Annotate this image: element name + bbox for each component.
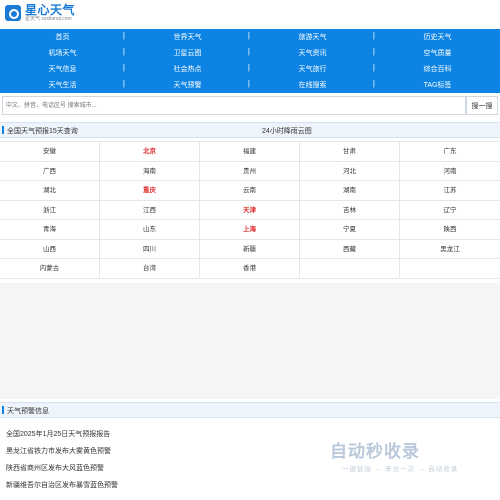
province-row: 广西 海南 贵州 河北 河南 — [0, 161, 500, 181]
nav-item-weather-travel[interactable]: 天气旅行 — [250, 63, 376, 74]
search-input[interactable] — [2, 96, 466, 115]
province-link[interactable]: 陕西 — [400, 220, 500, 239]
province-empty-cell — [400, 259, 500, 278]
nav-item-home[interactable]: 首页 — [0, 31, 126, 42]
province-link[interactable]: 台湾 — [100, 259, 200, 278]
province-link[interactable]: 山西 — [0, 239, 100, 258]
province-link[interactable]: 江西 — [100, 200, 200, 219]
province-link[interactable]: 四川 — [100, 239, 200, 258]
province-row: 湖北 重庆 云南 湖南 江苏 — [0, 181, 500, 201]
warning-list: 全国2025年1月25日天气预报报告 黑龙江省铁力市发布大雾黄色预警 陕西省商州… — [6, 430, 118, 498]
search-bar: 搜一搜 — [0, 96, 500, 116]
logo-subtitle: 星天气 xzxtianqi.com — [25, 16, 72, 22]
search-button[interactable]: 搜一搜 — [466, 96, 498, 115]
nav-row: 天气生活 天气预警 在线搜索 TAG标签 — [0, 77, 500, 93]
province-link[interactable]: 宁夏 — [300, 220, 400, 239]
province-link[interactable]: 湖南 — [300, 181, 400, 200]
province-link[interactable]: 江苏 — [400, 181, 500, 200]
province-link[interactable]: 重庆 — [100, 181, 200, 200]
nav-row: 机场天气 卫星云图 天气资讯 空气质量 — [0, 45, 500, 61]
province-link[interactable]: 新疆 — [200, 239, 300, 258]
warning-link[interactable]: 全国2025年1月25日天气预报报告 — [6, 430, 118, 447]
logo-name: 星心天气 — [25, 3, 76, 17]
nav-item-tags[interactable]: TAG标签 — [375, 80, 500, 90]
main-nav: 首页 世界天气 旅游天气 历史天气 机场天气 卫星云图 天气资讯 空气质量 天气… — [0, 29, 500, 93]
province-link[interactable]: 福建 — [200, 142, 300, 161]
province-row: 青海 山东 上海 宁夏 陕西 — [0, 220, 500, 240]
logo-icon — [5, 5, 21, 21]
site-logo[interactable]: 星心天气 星天气 xzxtianqi.com — [5, 4, 75, 22]
province-link[interactable]: 安徽 — [0, 142, 100, 161]
province-link[interactable]: 贵州 — [200, 161, 300, 180]
rain-cloud-link[interactable]: 24小时降雨云图 — [262, 126, 312, 136]
nav-item-world-weather[interactable]: 世界天气 — [125, 31, 251, 42]
warning-link[interactable]: 黑龙江省铁力市发布大雾黄色预警 — [6, 447, 118, 464]
province-link[interactable]: 河北 — [300, 161, 400, 180]
province-link[interactable]: 辽宁 — [400, 201, 500, 220]
watermark-main: 自动秒收录 — [330, 442, 420, 461]
province-link[interactable]: 广西 — [0, 161, 100, 180]
nav-item-history-weather[interactable]: 历史天气 — [375, 32, 500, 42]
province-link[interactable]: 香港 — [200, 259, 300, 278]
warning-link[interactable]: 陕西省商州区发布大风蓝色预警 — [6, 464, 118, 481]
province-link[interactable]: 广东 — [400, 142, 500, 161]
warning-link[interactable]: 新疆维吾尔自治区发布暴雪蓝色预警 — [6, 481, 118, 498]
watermark-sub: 一键链接 → 来访一次 → 自动收录 — [342, 466, 459, 473]
content-placeholder — [0, 283, 500, 399]
province-link[interactable]: 云南 — [200, 181, 300, 200]
nav-row: 天气信息 社会热点 天气旅行 综合百科 — [0, 61, 500, 77]
province-link[interactable]: 西藏 — [300, 239, 400, 258]
province-link[interactable]: 内蒙古 — [0, 259, 100, 278]
nav-item-encyclopedia[interactable]: 综合百科 — [375, 64, 500, 74]
watermark: 自动秒收录 一键链接 → 来访一次 → 自动收录 — [330, 437, 495, 477]
site-header: 星心天气 星天气 xzxtianqi.com — [0, 0, 500, 29]
warning-title: 天气预警信息 — [2, 406, 49, 415]
nav-row: 首页 世界天气 旅游天气 历史天气 — [0, 29, 500, 45]
nav-item-weather-warning[interactable]: 天气预警 — [125, 79, 251, 90]
province-link[interactable]: 河南 — [400, 162, 500, 181]
nav-item-weather-life[interactable]: 天气生活 — [0, 79, 126, 90]
province-link[interactable]: 甘肃 — [300, 142, 400, 161]
province-link[interactable]: 上海 — [200, 220, 300, 239]
province-grid: 安徽 北京 福建 甘肃 广东 广西 海南 贵州 河北 河南 湖北 重庆 云南 湖… — [0, 141, 500, 281]
nav-item-satellite[interactable]: 卫星云图 — [125, 47, 251, 58]
province-empty-cell — [300, 259, 400, 278]
province-row: 安徽 北京 福建 甘肃 广东 — [0, 142, 500, 162]
nav-item-weather-info[interactable]: 天气信息 — [0, 63, 126, 74]
province-link[interactable]: 吉林 — [300, 200, 400, 219]
warning-section-header: 天气预警信息 — [0, 402, 500, 418]
forecast-section-header: 全国天气预报15天查询 24小时降雨云图 — [0, 122, 500, 138]
province-link[interactable]: 湖北 — [0, 181, 100, 200]
province-link[interactable]: 浙江 — [0, 200, 100, 219]
province-row: 内蒙古 台湾 香港 — [0, 259, 500, 279]
province-link[interactable]: 天津 — [200, 200, 300, 219]
nav-item-air-quality[interactable]: 空气质量 — [375, 48, 500, 58]
nav-item-travel-weather[interactable]: 旅游天气 — [250, 31, 376, 42]
province-link[interactable]: 青海 — [0, 220, 100, 239]
province-link[interactable]: 黑龙江 — [400, 240, 500, 259]
nav-item-weather-news[interactable]: 天气资讯 — [250, 47, 376, 58]
province-link[interactable]: 山东 — [100, 220, 200, 239]
nav-item-online-search[interactable]: 在线搜索 — [250, 79, 376, 90]
nav-item-hot-topics[interactable]: 社会热点 — [125, 63, 251, 74]
forecast-title: 全国天气预报15天查询 — [2, 126, 78, 135]
province-link[interactable]: 北京 — [100, 142, 200, 161]
province-row: 山西 四川 新疆 西藏 黑龙江 — [0, 239, 500, 259]
province-row: 浙江 江西 天津 吉林 辽宁 — [0, 200, 500, 220]
province-link[interactable]: 海南 — [100, 161, 200, 180]
nav-item-airport-weather[interactable]: 机场天气 — [0, 47, 126, 58]
